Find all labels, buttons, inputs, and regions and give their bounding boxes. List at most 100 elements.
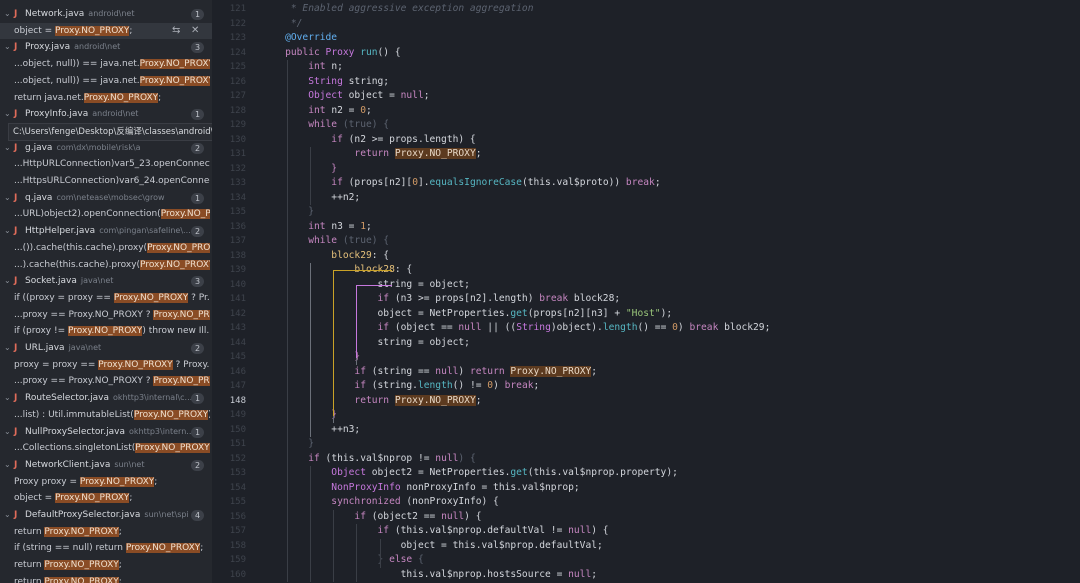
- match-suffix: ;: [154, 476, 158, 487]
- match-highlight: Proxy.NO_PROX...: [147, 242, 210, 253]
- file-name: q.java com\netease\mobsec\grow: [25, 192, 165, 203]
- code-line[interactable]: if (object2 == null) {: [262, 510, 481, 525]
- result-file-row[interactable]: ⌄ Jg.java com\dx\mobile\risk\a 2: [0, 140, 212, 156]
- code-line[interactable]: synchronized (nonProxyInfo) {: [262, 495, 499, 510]
- code-token: (props[n2][: [348, 177, 413, 188]
- chevron-down-icon[interactable]: ⌄: [4, 507, 12, 523]
- code-line[interactable]: if (this.val$nprop != null) {: [262, 452, 476, 467]
- result-match-row[interactable]: ...proxy == Proxy.NO_PROXY ? Proxy.NO_PR…: [0, 373, 212, 389]
- chevron-down-icon[interactable]: ⌄: [4, 273, 12, 289]
- result-file-row[interactable]: ⌄ J Proxy.java android\net 3: [0, 39, 212, 55]
- code-line[interactable]: return Proxy.NO_PROXY;: [262, 147, 482, 162]
- result-match-row[interactable]: ...proxy == Proxy.NO_PROXY ? Proxy.NO_PR…: [0, 307, 212, 323]
- code-line[interactable]: int n2 = 0;: [262, 104, 372, 119]
- code-token: null: [435, 452, 459, 464]
- match-prefix: ...HttpURLConnection)var5_23.openConnect…: [14, 159, 210, 170]
- result-match-row[interactable]: ...object, null)) == java.net.Proxy.NO_P…: [0, 56, 212, 72]
- line-number: 140: [229, 279, 246, 290]
- result-match-row[interactable]: object = Proxy.NO_PROXY;: [0, 490, 212, 506]
- code-token: (n2 >= props.length) {: [348, 133, 476, 145]
- code-line[interactable]: * Enabled aggressive exception aggregati…: [262, 2, 534, 17]
- line-number: 150: [229, 424, 246, 435]
- chevron-down-icon[interactable]: ⌄: [4, 424, 12, 440]
- result-file-row[interactable]: ⌄ J HttpHelper.java com\pingan\safeline\...…: [0, 223, 212, 239]
- code-line[interactable]: }: [262, 162, 337, 177]
- result-match-row[interactable]: ...HttpURLConnection)var5_23.openConnect…: [0, 156, 212, 172]
- code-line[interactable]: block29: {: [262, 249, 389, 264]
- match-prefix: proxy = proxy ==: [14, 359, 99, 370]
- match-highlight: Proxy.NO_PROXY: [83, 92, 159, 103]
- chevron-down-icon[interactable]: ⌄: [4, 140, 12, 156]
- result-file-row[interactable]: ⌄ J Socket.java java\net 3: [0, 273, 212, 289]
- result-file-row[interactable]: ⌄ J RouteSelector.java okhttp3\internal\c..…: [0, 390, 212, 406]
- result-match-row[interactable]: return Proxy.NO_PROXY;: [0, 557, 212, 573]
- code-line[interactable]: int n3 = 1;: [262, 220, 372, 235]
- code-line[interactable]: String string;: [262, 75, 389, 90]
- result-file-row[interactable]: ⌄ J ProxyInfo.java android\net 1: [0, 106, 212, 122]
- file-directory: com\netease\mobsec\grow: [56, 192, 165, 202]
- code-area[interactable]: * Enabled aggressive exception aggregati…: [262, 0, 1080, 583]
- chevron-down-icon[interactable]: ⌄: [4, 39, 12, 55]
- result-match-row[interactable]: object = Proxy.NO_PROXY; ⇆ ✕: [0, 22, 212, 39]
- result-file-row[interactable]: ⌄ J DefaultProxySelector.java sun\net\spi 4: [0, 507, 212, 523]
- code-line[interactable]: if (n2 >= props.length) {: [262, 133, 476, 148]
- result-match-row[interactable]: return Proxy.NO_PROXY;: [0, 524, 212, 540]
- result-match-row[interactable]: ...HttpsURLConnection)var6_24.openConnec…: [0, 173, 212, 189]
- code-line[interactable]: if (string.length() != 0) break;: [262, 379, 539, 394]
- result-file-row[interactable]: ⌄ Jq.java com\netease\mobsec\grow 1: [0, 190, 212, 206]
- code-token: ].: [417, 177, 430, 188]
- result-match-row[interactable]: Proxy proxy = Proxy.NO_PROXY;: [0, 474, 212, 490]
- ide-window: ⌄ J Network.java android\net 1 object = Proxy…: [0, 0, 1080, 583]
- code-line[interactable]: this.val$nprop.hostsSource = null;: [262, 568, 597, 583]
- code-line[interactable]: @Override: [262, 31, 337, 46]
- file-name: ProxyInfo.java android\net: [25, 109, 139, 120]
- line-number: 157: [229, 526, 246, 536]
- code-line[interactable]: int n;: [262, 60, 343, 75]
- chevron-down-icon[interactable]: ⌄: [4, 223, 12, 239]
- result-match-row[interactable]: ...object, null)) == java.net.Proxy.NO_P…: [0, 73, 212, 89]
- code-editor[interactable]: 121 122 123 124 125 126 127 128 129 130 131 132 133 1…: [212, 0, 1080, 583]
- result-match-row[interactable]: return Proxy.NO_PROXY;: [0, 574, 212, 583]
- chevron-down-icon[interactable]: ⌄: [4, 390, 12, 406]
- code-line[interactable]: if (n3 >= props[n2].length) break block2…: [262, 292, 621, 307]
- code-line[interactable]: }: [262, 408, 337, 423]
- result-match-row[interactable]: proxy = proxy == Proxy.NO_PROXY ? Proxy.…: [0, 357, 212, 373]
- chevron-down-icon[interactable]: ⌄: [4, 457, 12, 473]
- match-line-text: return Proxy.NO_PROXY;: [14, 557, 210, 573]
- result-file-row[interactable]: ⌄ J NullProxySelector.java okhttp3\intern..…: [0, 424, 212, 440]
- result-match-row[interactable]: ...URL)object2).openConnection(Proxy.NO_…: [0, 206, 212, 222]
- code-line[interactable]: */: [262, 17, 303, 32]
- chevron-down-icon[interactable]: ⌄: [4, 340, 12, 356]
- code-line[interactable]: public Proxy run() {: [262, 46, 401, 61]
- close-icon[interactable]: ✕: [191, 23, 199, 39]
- result-match-row[interactable]: if ((proxy = proxy == Proxy.NO_PROXY ? P…: [0, 290, 212, 306]
- replace-icon[interactable]: ⇆: [172, 23, 180, 39]
- result-file-row[interactable]: ⌄ J Network.java android\net 1: [0, 6, 212, 22]
- code-line[interactable]: while (true) {: [262, 234, 389, 249]
- code-line[interactable]: if (props[n2][0].equalsIgnoreCase(this.v…: [262, 176, 660, 191]
- code-line[interactable]: if (string == null) return Proxy.NO_PROX…: [262, 365, 597, 380]
- java-file-icon: J: [14, 393, 18, 404]
- result-match-row[interactable]: ...()).cache(this.cache).proxy(Proxy.NO_…: [0, 240, 212, 256]
- java-file-icon: J: [14, 343, 18, 353]
- result-match-row[interactable]: ...Collections.singletonList(Proxy.NO_PR…: [0, 440, 212, 456]
- chevron-down-icon[interactable]: ⌄: [4, 190, 12, 206]
- match-highlight: Proxy.NO_PROXY: [139, 75, 210, 86]
- chevron-down-icon[interactable]: ⌄: [4, 106, 12, 122]
- result-match-row[interactable]: ...).cache(this.cache).proxy(Proxy.NO_PR…: [0, 257, 212, 273]
- result-file-row[interactable]: ⌄ J URL.java java\net 2: [0, 340, 212, 356]
- line-number: 136: [229, 221, 246, 232]
- line-number: 147: [229, 381, 246, 391]
- result-match-row[interactable]: return java.net.Proxy.NO_PROXY;: [0, 90, 212, 106]
- code-line[interactable]: Object object2 = NetProperties.get(this.…: [262, 466, 678, 481]
- result-match-row[interactable]: if (string == null) return Proxy.NO_PROX…: [0, 540, 212, 556]
- match-highlight: Proxy.NO_PR...: [153, 309, 210, 320]
- result-file-row[interactable]: ⌄ J NetworkClient.java sun\net 2: [0, 457, 212, 473]
- code-line[interactable]: if (this.val$nprop.defaultVal != null) {: [262, 524, 609, 539]
- code-line[interactable]: object = NetProperties.get(props[n2][n3]…: [262, 307, 673, 322]
- code-line[interactable]: while (true) {: [262, 118, 389, 133]
- result-match-row[interactable]: if (proxy != Proxy.NO_PROXY) throw new I…: [0, 323, 212, 339]
- result-match-row[interactable]: ...list) : Util.immutableList(Proxy.NO_P…: [0, 407, 212, 423]
- code-line[interactable]: object = this.val$nprop.defaultVal;: [262, 539, 603, 554]
- chevron-down-icon[interactable]: ⌄: [4, 6, 12, 22]
